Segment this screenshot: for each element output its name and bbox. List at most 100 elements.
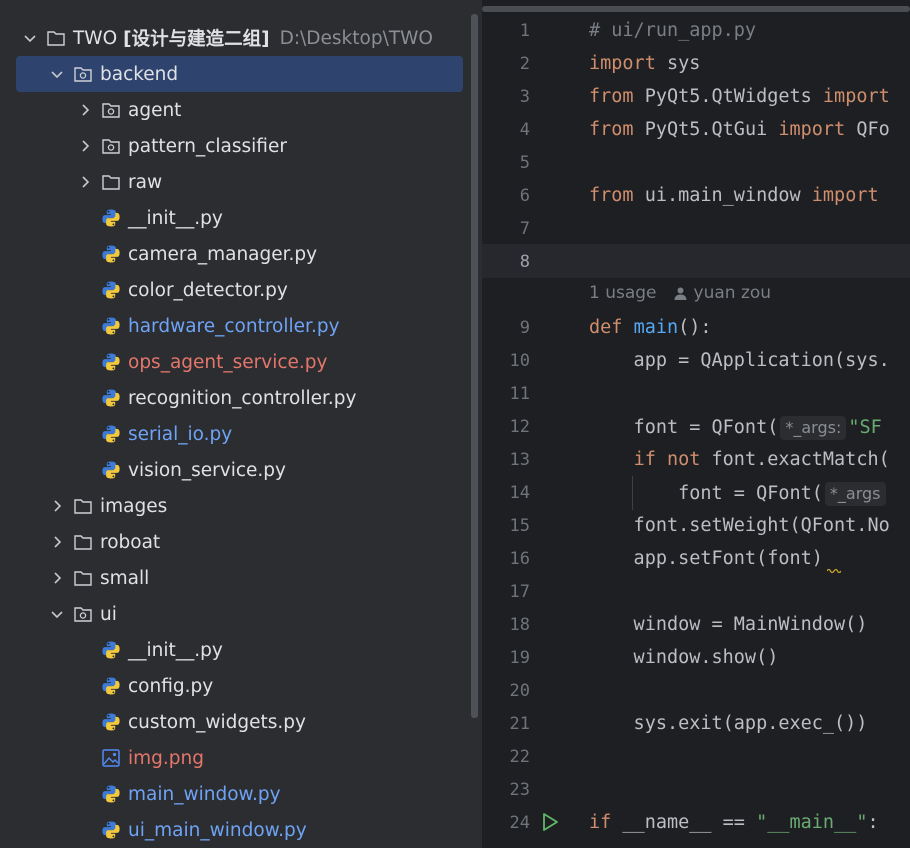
code-line[interactable]: from PyQt5.QtGui import QFo (589, 119, 890, 140)
code-line[interactable]: if not font.exactMatch( (589, 449, 890, 470)
line-number[interactable]: 21 (482, 714, 530, 734)
tree-row[interactable]: __init__.py (0, 200, 468, 236)
chevron-right-icon[interactable] (48, 569, 66, 587)
tree-item-label: camera_manager.py (128, 243, 318, 265)
folder-icon (72, 495, 94, 517)
tree-item-label: vision_service.py (128, 459, 286, 481)
run-icon[interactable] (540, 812, 560, 832)
tree-scrollbar-thumb[interactable] (471, 14, 478, 718)
line-number[interactable]: 13 (482, 450, 530, 470)
tree-row[interactable]: camera_manager.py (0, 236, 468, 272)
line-number[interactable]: 14 (482, 483, 530, 503)
tree-row[interactable]: raw (0, 164, 468, 200)
tree-item-label: custom_widgets.py (128, 711, 306, 733)
code-token: __name__ == (611, 812, 757, 833)
tree-row[interactable]: vision_service.py (0, 452, 468, 488)
tree-row[interactable]: hardware_controller.py (0, 308, 468, 344)
line-number[interactable]: 2 (482, 54, 530, 74)
tree-row[interactable]: config.py (0, 668, 468, 704)
line-number[interactable]: 3 (482, 87, 530, 107)
code-token: app.setFont(font) (589, 548, 823, 569)
code-line[interactable]: font = QFont(*_args (589, 482, 888, 506)
line-number[interactable]: 16 (482, 549, 530, 569)
root-path: D:\Desktop\TWO (279, 27, 433, 49)
code-line[interactable]: from PyQt5.QtWidgets import (589, 86, 890, 107)
code-line[interactable]: import sys (589, 53, 700, 74)
tree-item-label: serial_io.py (128, 423, 233, 445)
line-number[interactable]: 15 (482, 516, 530, 536)
line-number[interactable]: 11 (482, 384, 530, 404)
code-line[interactable]: window.show() (589, 647, 779, 668)
code-token: font.exactMatch( (700, 449, 890, 470)
line-number[interactable]: 23 (482, 780, 530, 800)
line-number[interactable]: 18 (482, 615, 530, 635)
tree-row[interactable]: ui (0, 596, 468, 632)
line-number[interactable]: 9 (482, 318, 530, 338)
code-line[interactable]: font.setWeight(QFont.No (589, 515, 890, 536)
code-token: from (589, 119, 634, 140)
line-number[interactable]: 1 (482, 21, 530, 41)
chevron-down-icon[interactable] (21, 29, 39, 47)
tree-row[interactable]: backend (16, 56, 463, 92)
tree-row[interactable]: small (0, 560, 468, 596)
tree-row[interactable]: serial_io.py (0, 416, 468, 452)
code-token: if not (633, 449, 701, 470)
code-line[interactable]: def main(): (589, 317, 712, 338)
tree-row[interactable]: ops_agent_service.py (0, 344, 468, 380)
tree-item-label: main_window.py (128, 783, 281, 805)
chevron-right-icon[interactable] (76, 173, 94, 191)
usage-author: yuan zou (693, 283, 772, 303)
tree-row[interactable]: roboat (0, 524, 468, 560)
tree-row[interactable]: images (0, 488, 468, 524)
line-number[interactable]: 24 (482, 813, 530, 833)
code-line[interactable]: font = QFont(*_args: "SF (589, 416, 882, 440)
code-token: window.show() (589, 647, 779, 668)
code-line[interactable]: app.setFont(font) (589, 548, 823, 569)
code-line[interactable]: window = MainWindow() (589, 614, 868, 635)
line-number[interactable]: 17 (482, 582, 530, 602)
line-number[interactable]: 10 (482, 351, 530, 371)
tree-row[interactable]: color_detector.py (0, 272, 468, 308)
code-token: from (589, 185, 634, 206)
line-number[interactable]: 4 (482, 120, 530, 140)
tree-item-label: color_detector.py (128, 279, 288, 301)
tree-row[interactable]: main_window.py (0, 776, 468, 812)
line-number[interactable]: 8 (482, 252, 530, 272)
chevron-down-icon[interactable] (48, 65, 66, 83)
code-line[interactable]: # ui/run_app.py (589, 20, 756, 41)
code-token: import (822, 86, 890, 107)
line-number[interactable]: 5 (482, 153, 530, 173)
code-line[interactable]: sys.exit(app.exec_()) (589, 713, 868, 734)
chevron-right-icon[interactable] (76, 101, 94, 119)
tree-row[interactable]: custom_widgets.py (0, 704, 468, 740)
line-number[interactable]: 19 (482, 648, 530, 668)
code-line[interactable]: app = QApplication(sys. (589, 350, 890, 371)
code-editor[interactable]: 1 2 3 4 5 6 7 8 9 10 11 12 13 14 15 16 17 18 19 20 21 22 23 24 … (482, 0, 910, 848)
code-token: sys.exit(app.exec_()) (589, 713, 868, 734)
code-line[interactable]: from ui.main_window import (589, 185, 879, 206)
tree-row[interactable]: recognition_controller.py (0, 380, 468, 416)
chevron-down-icon[interactable] (48, 605, 66, 623)
tree-row[interactable]: __init__.py (0, 632, 468, 668)
chevron-right-icon[interactable] (48, 497, 66, 515)
line-number[interactable]: 7 (482, 219, 530, 239)
code-line[interactable]: if __name__ == "__main__": (589, 812, 879, 833)
tree-row[interactable]: ui_main_window.py (0, 812, 468, 848)
line-number[interactable]: 6 (482, 186, 530, 206)
line-number[interactable]: 12 (482, 417, 530, 437)
tree-row[interactable]: pattern_classifier (0, 128, 468, 164)
chevron-right-icon[interactable] (48, 533, 66, 551)
tree-row[interactable]: agent (0, 92, 468, 128)
editor-top-scrollbar[interactable] (482, 6, 910, 12)
tree-root-row[interactable]: TWO [设计与建造二组] D:\Desktop\TWO (0, 20, 468, 56)
line-number[interactable]: 22 (482, 747, 530, 767)
tree-item-label: ui_main_window.py (128, 819, 307, 841)
tree-row[interactable]: img.png (0, 740, 468, 776)
usage-hint[interactable]: 1 usage yuan zou (589, 283, 771, 303)
chevron-right-icon[interactable] (76, 137, 94, 155)
line-number[interactable]: 20 (482, 681, 530, 701)
code-token: (): (678, 317, 712, 338)
